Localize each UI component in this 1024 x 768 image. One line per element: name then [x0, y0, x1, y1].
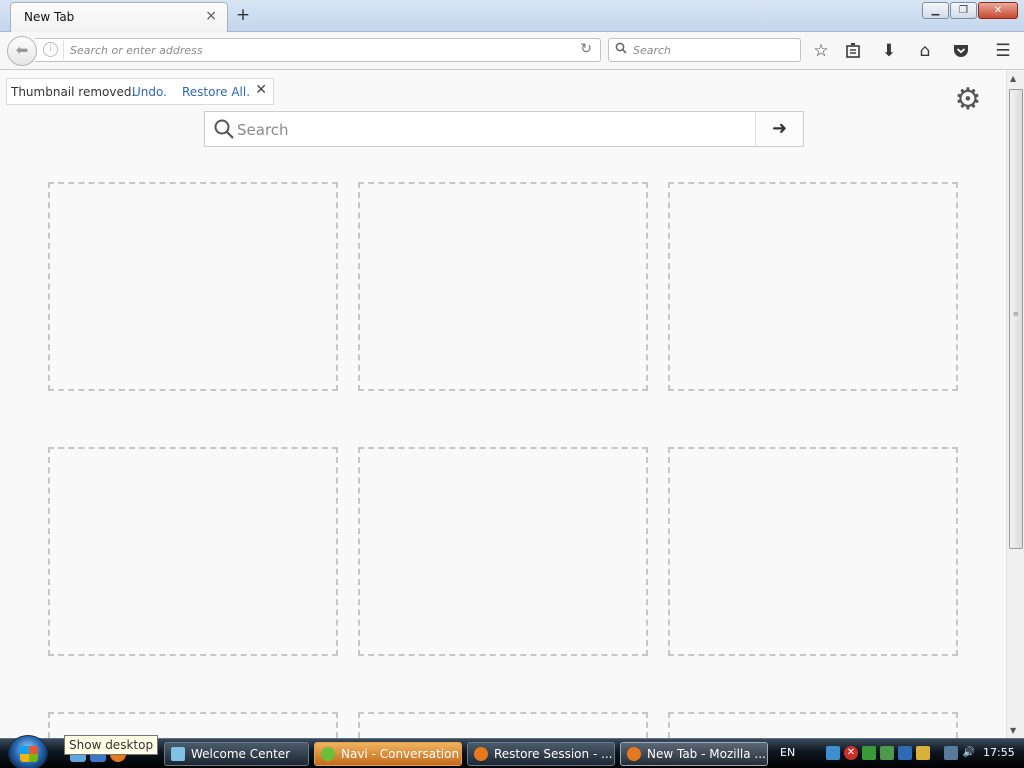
- start-button[interactable]: [8, 735, 48, 768]
- navigation-toolbar: i ↻ ⬅ ☆ ⬇ ⌂ ☰: [0, 32, 1024, 70]
- clock[interactable]: 17:55: [983, 746, 1015, 759]
- device-icon[interactable]: [898, 746, 912, 760]
- close-window-button[interactable]: ✕: [978, 2, 1018, 19]
- updates-icon[interactable]: [880, 746, 894, 760]
- pocket-icon[interactable]: [950, 40, 972, 62]
- empty-tile[interactable]: [668, 182, 958, 391]
- chat-icon: [321, 747, 335, 761]
- grip-icon: ≡: [1013, 310, 1019, 318]
- taskbar-item[interactable]: Navi - Conversation: [314, 742, 462, 766]
- sync-icon[interactable]: [862, 746, 876, 760]
- windows-logo-icon: [20, 746, 38, 762]
- back-button[interactable]: ⬅: [7, 36, 37, 66]
- minimize-button[interactable]: ▁: [922, 2, 949, 19]
- taskbar-item[interactable]: Restore Session - ...: [467, 742, 615, 766]
- toolbar-search-box[interactable]: [608, 38, 801, 62]
- window-controls: ▁ ❐ ✕: [922, 2, 1018, 19]
- tab-new-tab[interactable]: New Tab ×: [10, 2, 228, 32]
- search-icon: [615, 42, 627, 57]
- tab-close-icon[interactable]: ×: [205, 8, 217, 24]
- reading-list-icon[interactable]: [842, 40, 864, 62]
- scrollbar-thumb[interactable]: ≡: [1009, 89, 1023, 549]
- empty-tile[interactable]: [358, 182, 648, 391]
- monitor-icon[interactable]: [944, 746, 958, 760]
- page-search-input[interactable]: [237, 118, 747, 142]
- menu-icon[interactable]: ☰: [992, 40, 1014, 62]
- empty-tile[interactable]: [358, 447, 648, 656]
- empty-tile[interactable]: [668, 447, 958, 656]
- empty-tile[interactable]: [48, 182, 338, 391]
- scroll-up-icon[interactable]: ▲: [1010, 74, 1016, 83]
- show-desktop-tooltip: Show desktop: [64, 735, 159, 755]
- language-indicator[interactable]: EN: [780, 746, 795, 759]
- taskbar-item[interactable]: Welcome Center: [164, 742, 309, 766]
- security-alert-icon[interactable]: ✕: [844, 746, 858, 760]
- info-icon[interactable]: i: [43, 42, 58, 57]
- scroll-down-icon[interactable]: ▼: [1010, 726, 1016, 735]
- tab-title: New Tab: [24, 10, 75, 24]
- power-icon[interactable]: [916, 746, 930, 760]
- reload-icon[interactable]: ↻: [580, 41, 592, 57]
- new-tab-button[interactable]: +: [233, 5, 253, 25]
- search-go-button[interactable]: ➜: [755, 112, 803, 146]
- restore-all-link[interactable]: Restore All.: [182, 85, 250, 99]
- back-arrow-icon: ⬅: [15, 41, 29, 59]
- toolbar-search-input[interactable]: [633, 41, 793, 59]
- star-icon[interactable]: ☆: [810, 40, 832, 62]
- undo-link[interactable]: Undo.: [132, 85, 167, 99]
- close-notification-icon[interactable]: ✕: [255, 82, 267, 98]
- taskbar-item[interactable]: New Tab - Mozilla ...: [620, 742, 768, 766]
- page-search-box: ➜: [204, 111, 804, 147]
- search-icon: [213, 118, 235, 140]
- url-bar[interactable]: i ↻: [35, 38, 601, 62]
- restore-button[interactable]: ❐: [950, 2, 977, 19]
- firefox-icon: [627, 747, 641, 761]
- home-icon[interactable]: ⌂: [914, 40, 936, 62]
- firefox-icon: [474, 747, 488, 761]
- volume-icon[interactable]: 🔊: [962, 746, 976, 760]
- undo-message: Thumbnail removed.: [11, 85, 136, 99]
- undo-notification: Thumbnail removed. Undo. Restore All. ✕: [6, 78, 274, 105]
- gear-icon[interactable]: ⚙: [952, 84, 984, 116]
- empty-tile[interactable]: [668, 712, 958, 738]
- url-input[interactable]: [63, 40, 563, 60]
- vertical-scrollbar[interactable]: ▲ ≡ ▼: [1006, 71, 1024, 738]
- empty-tile[interactable]: [358, 712, 648, 738]
- network-tray-icon[interactable]: [826, 746, 840, 760]
- welcome-center-icon: [171, 747, 185, 761]
- download-icon[interactable]: ⬇: [878, 40, 900, 62]
- arrow-right-icon: ➜: [771, 118, 788, 139]
- empty-tile[interactable]: [48, 447, 338, 656]
- tab-strip: New Tab × + ▁ ❐ ✕: [0, 0, 1024, 32]
